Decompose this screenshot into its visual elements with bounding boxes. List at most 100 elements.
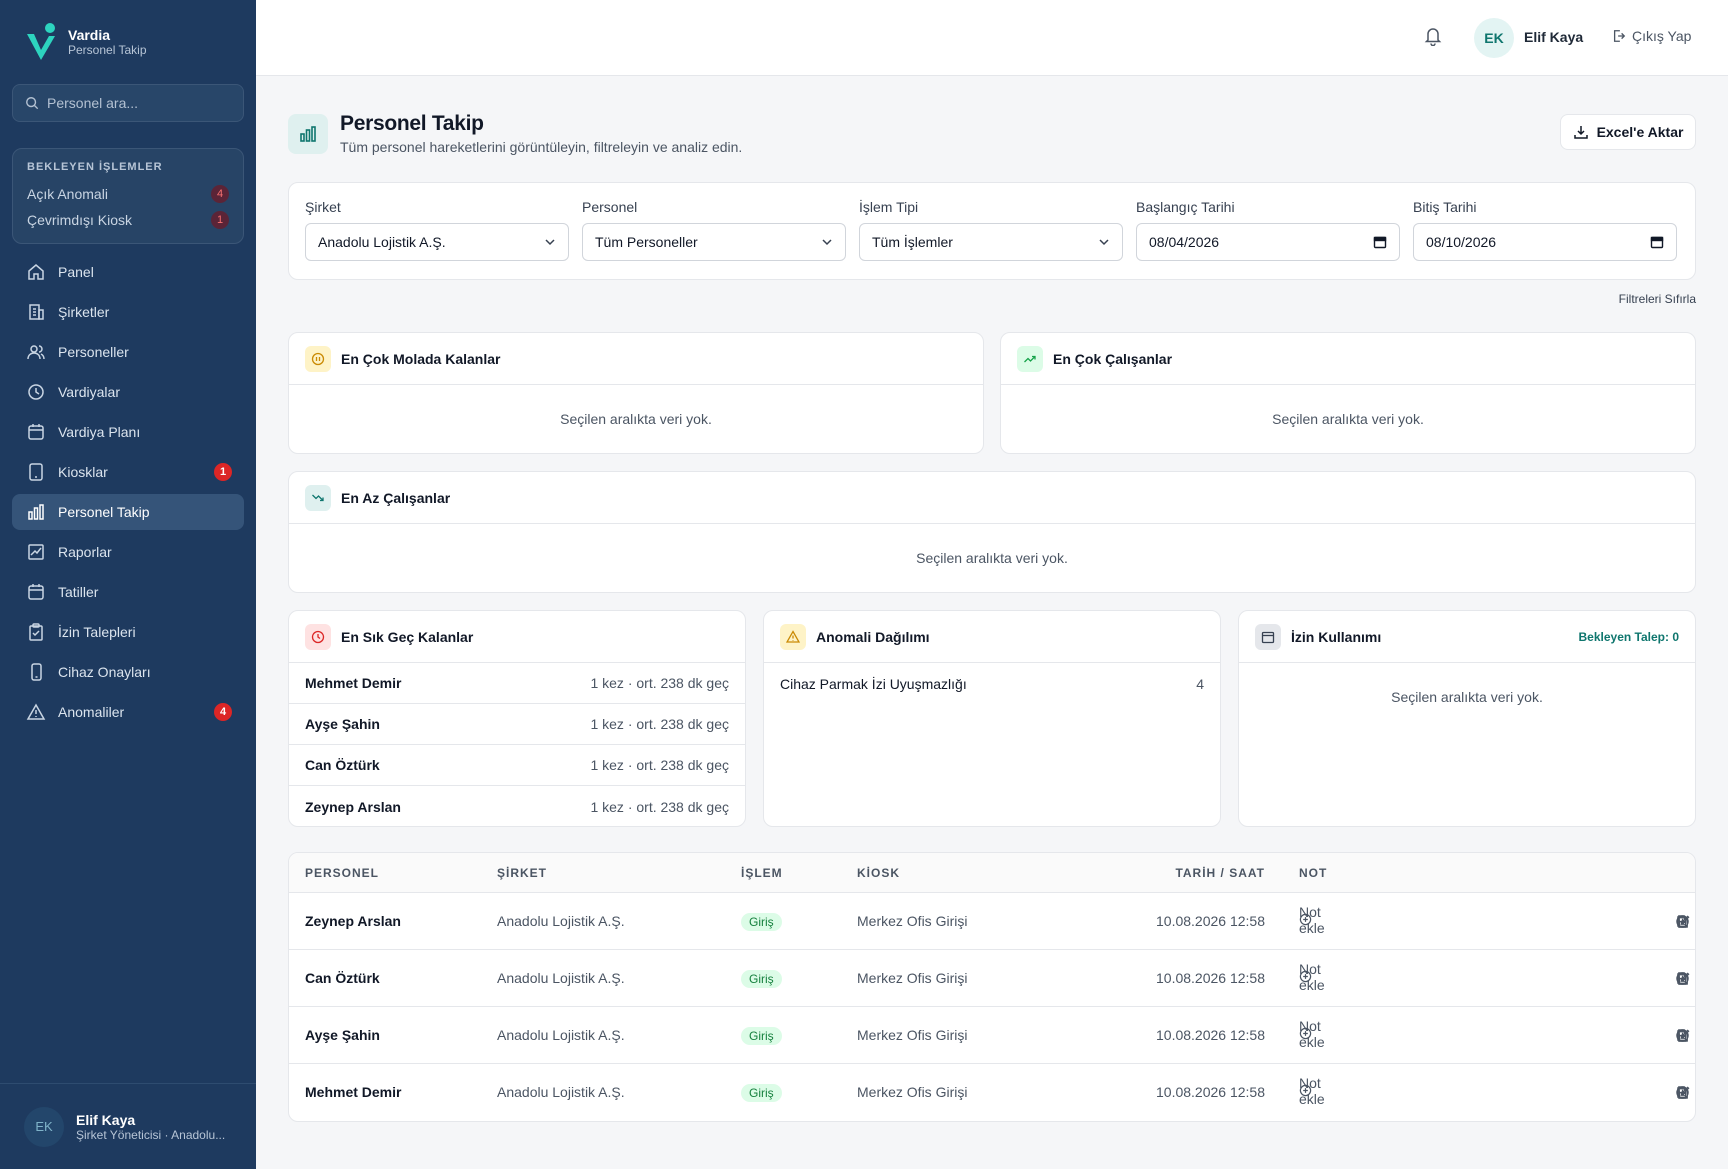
sidebar-user[interactable]: EK Elif Kaya Şirket Yöneticisi · Anadolu… [0, 1083, 256, 1169]
end-date-input[interactable]: 08/10/2026 [1413, 223, 1677, 261]
pending-item-anomaly[interactable]: Açık Anomali 4 [27, 181, 229, 207]
clock-icon [28, 384, 44, 400]
document-button[interactable] [1673, 912, 1691, 930]
select-value: Tüm İşlemler [872, 234, 953, 250]
add-note-button[interactable]: Not ekle [1299, 961, 1325, 993]
col-header-operation[interactable]: İŞLEM [741, 866, 783, 880]
kiosk-badge: 1 [214, 463, 232, 481]
cell-company: Anadolu Lojistik A.Ş. [497, 970, 625, 986]
table-row[interactable]: Zeynep Arslan Anadolu Lojistik A.Ş. Giri… [289, 893, 1695, 950]
end-date-filter: Bitiş Tarihi 08/10/2026 [1413, 199, 1677, 261]
operation-badge: Giriş [741, 1027, 782, 1045]
user-role: Şirket Yöneticisi · Anadolu... [76, 1127, 226, 1142]
bell-icon[interactable] [1424, 26, 1442, 46]
table-row[interactable]: Ayşe Şahin Anadolu Lojistik A.Ş. Giriş M… [289, 1007, 1695, 1064]
sidebar-item-anomaliler[interactable]: Anomaliler 4 [12, 694, 244, 730]
avatar[interactable]: EK [1474, 18, 1514, 58]
list-item[interactable]: Ayşe Şahin 1 kez · ort. 238 dk geç [289, 704, 745, 745]
document-button[interactable] [1673, 969, 1691, 987]
calendar-icon [28, 424, 44, 440]
sidebar-search[interactable] [12, 84, 244, 122]
chevron-down-icon [545, 239, 555, 246]
sidebar: Vardia Personel Takip BEKLEYEN İŞLEMLER … [0, 0, 256, 1169]
chevron-down-icon [1099, 239, 1109, 246]
operation-badge: Giriş [741, 1084, 782, 1102]
search-input[interactable] [47, 95, 237, 111]
table-row[interactable]: Can Öztürk Anadolu Lojistik A.Ş. Giriş M… [289, 950, 1695, 1007]
reset-filters-link[interactable]: Filtreleri Sıfırla [1619, 292, 1696, 306]
card-title: İzin Kullanımı [1291, 628, 1382, 645]
company-select[interactable]: Anadolu Lojistik A.Ş. [305, 223, 569, 261]
card-title: En Az Çalışanlar [341, 489, 451, 506]
user-name[interactable]: Elif Kaya [1524, 29, 1583, 45]
calendar-icon[interactable] [1373, 235, 1387, 249]
cell-date: 10.08.2026 12:58 [1156, 1084, 1265, 1100]
cell-company: Anadolu Lojistik A.Ş. [497, 913, 625, 929]
start-date-input[interactable]: 08/04/2026 [1136, 223, 1400, 261]
logout-button[interactable]: Çıkış Yap [1612, 28, 1691, 44]
sidebar-item-sirketler[interactable]: Şirketler [12, 294, 244, 330]
col-header-kiosk[interactable]: KİOSK [857, 866, 900, 880]
phone-icon [31, 663, 42, 681]
brand[interactable]: Vardia Personel Takip [24, 22, 147, 62]
type-select[interactable]: Tüm İşlemler [859, 223, 1123, 261]
sidebar-item-cihaz-onaylari[interactable]: Cihaz Onayları [12, 654, 244, 690]
late-stat: 1 kez · ort. 238 dk geç [590, 798, 729, 815]
bar-chart-icon [300, 126, 316, 142]
sidebar-item-kiosklar[interactable]: Kiosklar 1 [12, 454, 244, 490]
select-value: Anadolu Lojistik A.Ş. [318, 234, 446, 250]
filter-label: Başlangıç Tarihi [1136, 199, 1235, 215]
col-header-note[interactable]: NOT [1299, 866, 1327, 880]
table-row[interactable]: Mehmet Demir Anadolu Lojistik A.Ş. Giriş… [289, 1064, 1695, 1121]
report-chart-icon [28, 544, 44, 560]
pause-icon [305, 345, 331, 372]
add-note-button[interactable]: Not ekle [1299, 1075, 1325, 1107]
sidebar-item-personeller[interactable]: Personeller [12, 334, 244, 370]
col-header-personnel[interactable]: PERSONEL [305, 866, 379, 880]
filter-label: Şirket [305, 199, 341, 215]
search-icon [26, 97, 39, 110]
col-header-date[interactable]: TARİH / SAAT [1175, 866, 1265, 880]
sidebar-item-raporlar[interactable]: Raporlar [12, 534, 244, 570]
date-value: 08/10/2026 [1426, 234, 1497, 250]
sidebar-item-izin-talepleri[interactable]: İzin Talepleri [12, 614, 244, 650]
clipboard-icon [29, 623, 43, 641]
pending-item-offline-kiosk[interactable]: Çevrimdışı Kiosk 1 [27, 207, 229, 233]
cell-personnel: Can Öztürk [305, 970, 380, 986]
most-break-card: En Çok Molada Kalanlar Seçilen aralıkta … [288, 332, 984, 454]
document-button[interactable] [1673, 1026, 1691, 1044]
empty-state: Seçilen aralıkta veri yok. [916, 550, 1068, 566]
sidebar-item-panel[interactable]: Panel [12, 254, 244, 290]
add-note-label: Not ekle [1299, 960, 1325, 993]
vardia-logo-icon [27, 23, 55, 60]
brand-subtitle: Personel Takip [68, 43, 147, 57]
pending-requests-link[interactable]: Bekleyen Talep: 0 [1579, 630, 1680, 644]
list-item[interactable]: Cihaz Parmak İzi Uyuşmazlığı 4 [764, 663, 1220, 704]
document-button[interactable] [1673, 1083, 1691, 1101]
calendar-icon[interactable] [1650, 235, 1664, 249]
export-excel-button[interactable]: Excel'e Aktar [1560, 114, 1696, 150]
sidebar-item-tatiller[interactable]: Tatiller [12, 574, 244, 610]
building-icon [29, 304, 44, 320]
document-icon [1677, 1085, 1688, 1099]
list-item[interactable]: Can Öztürk 1 kez · ort. 238 dk geç [289, 745, 745, 786]
filters-panel: Şirket Anadolu Lojistik A.Ş. Personel Tü… [288, 182, 1696, 280]
add-note-button[interactable]: Not ekle [1299, 1018, 1325, 1050]
sidebar-item-personel-takip[interactable]: Personel Takip [12, 494, 244, 530]
document-icon [1677, 971, 1688, 985]
personnel-select[interactable]: Tüm Personeller [582, 223, 846, 261]
sidebar-nav: Panel Şirketler Personeller Vardiyalar V… [12, 254, 244, 734]
list-item[interactable]: Zeynep Arslan 1 kez · ort. 238 dk geç [289, 786, 745, 827]
brand-title: Vardia [68, 27, 111, 43]
avatar: EK [24, 1106, 64, 1147]
col-header-company[interactable]: ŞİRKET [497, 866, 547, 880]
card-title: En Çok Molada Kalanlar [341, 350, 501, 367]
list-item[interactable]: Mehmet Demir 1 kez · ort. 238 dk geç [289, 663, 745, 704]
sidebar-item-vardiyalar[interactable]: Vardiyalar [12, 374, 244, 410]
sidebar-item-label: İzin Talepleri [58, 624, 136, 640]
sidebar-item-label: Vardiya Planı [58, 424, 141, 440]
sidebar-item-vardiya-plani[interactable]: Vardiya Planı [12, 414, 244, 450]
add-note-button[interactable]: Not ekle [1299, 904, 1325, 936]
logout-label: Çıkış Yap [1632, 28, 1692, 44]
cell-company: Anadolu Lojistik A.Ş. [497, 1084, 625, 1100]
